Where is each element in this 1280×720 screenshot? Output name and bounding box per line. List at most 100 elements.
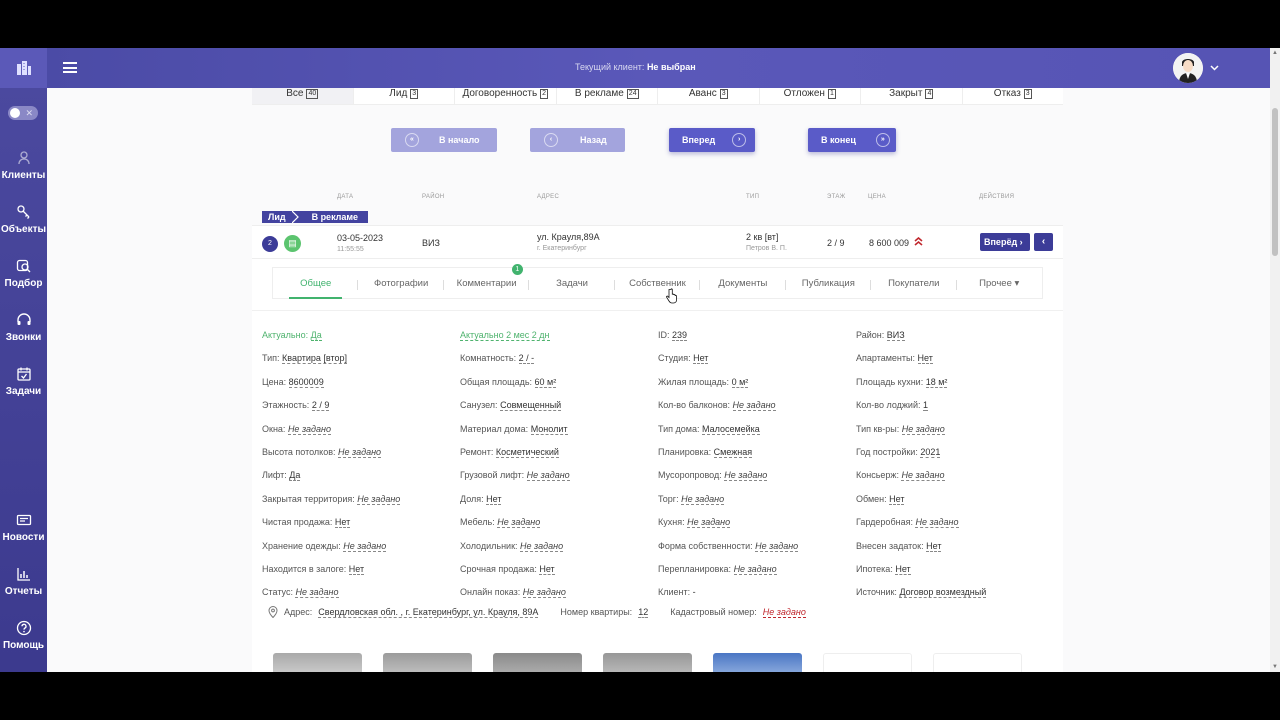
property-value[interactable]: Не задано — [732, 400, 776, 412]
property-value[interactable]: Нет — [889, 493, 905, 505]
property-value[interactable]: Малосемейка — [701, 423, 760, 435]
status-tab-lead[interactable]: Лид 3 — [354, 88, 455, 104]
tab-general[interactable]: Общее — [273, 278, 359, 299]
property-value[interactable]: Актуально 2 мес 2 дн — [460, 330, 550, 341]
property-value[interactable]: 239 — [672, 330, 688, 341]
property-value[interactable]: Не задано — [522, 587, 566, 599]
sidebar-item-objects[interactable]: Объекты — [0, 204, 47, 235]
tab-comments[interactable]: Комментарии 1 — [444, 263, 530, 290]
last-page-button[interactable]: В конец » — [808, 128, 896, 152]
property-value[interactable]: Не задано — [287, 423, 331, 435]
property-value[interactable]: Не задано — [901, 470, 945, 482]
prev-page-button[interactable]: ‹ Назад — [530, 128, 625, 152]
table-row[interactable]: 2 ▤ 03-05-2023 11:55:55 ВИЗ ул. Крауля,8… — [252, 225, 1063, 259]
apartment-number-value[interactable]: 12 — [638, 607, 649, 618]
tab-tasks[interactable]: Задачи — [529, 278, 616, 290]
property-value[interactable]: Не задано — [526, 470, 570, 482]
forward-button[interactable]: Вперёд › — [980, 233, 1030, 251]
property-value[interactable]: Не задано — [520, 540, 564, 552]
photo-thumbnail[interactable] — [273, 653, 362, 672]
property-value[interactable]: Косметический — [495, 446, 559, 458]
tab-other[interactable]: Прочее ▾ — [957, 278, 1042, 289]
property-value[interactable]: Нет — [334, 517, 351, 529]
property-value[interactable]: Нет — [895, 563, 911, 575]
status-tab-closed[interactable]: Закрыт 4 — [861, 88, 963, 104]
property-value[interactable]: 2 / - — [518, 353, 535, 365]
tab-owner[interactable]: Собственник — [615, 278, 701, 290]
scrollbar-thumb[interactable] — [1272, 108, 1278, 256]
status-tab-all[interactable]: Все 40 — [252, 88, 354, 104]
property-value[interactable]: Не задано — [724, 470, 768, 482]
property-value[interactable]: Не задано — [497, 517, 541, 529]
property-value[interactable]: 18 м² — [925, 376, 948, 388]
photo-thumbnail[interactable] — [493, 653, 582, 672]
scrollbar[interactable]: ▲ ▼ — [1270, 48, 1280, 672]
property-value[interactable]: Смежная — [713, 446, 753, 458]
next-page-button[interactable]: Вперед › — [669, 128, 755, 152]
sidebar-item-help[interactable]: Помощь — [0, 620, 47, 651]
property-value[interactable]: 2021 — [920, 446, 941, 458]
logo[interactable] — [0, 48, 47, 88]
property-value[interactable]: Не задано — [681, 493, 725, 505]
property-value[interactable]: Не задано — [755, 540, 799, 552]
property-value[interactable]: Нет — [917, 353, 933, 365]
sidebar-item-calls[interactable]: Звонки — [0, 312, 47, 343]
photo-thumbnail[interactable] — [823, 653, 912, 672]
photo-thumbnail[interactable] — [713, 653, 802, 672]
first-page-button[interactable]: « В начало — [391, 128, 497, 152]
property-value[interactable]: 60 м² — [534, 376, 557, 388]
property-value[interactable]: Не задано — [343, 540, 387, 552]
row-address[interactable]: ул. Крауля,89А — [537, 232, 600, 242]
property-value[interactable]: ВИЗ — [886, 330, 905, 341]
status-tab-advance[interactable]: Аванс 3 — [658, 88, 760, 104]
property-value[interactable]: 8600009 — [288, 376, 324, 388]
property-value[interactable]: Не задано — [357, 493, 401, 505]
sidebar-item-reports[interactable]: Отчеты — [0, 566, 47, 597]
property-value[interactable]: Не задано — [915, 517, 959, 529]
photo-thumbnail[interactable] — [603, 653, 692, 672]
property-value[interactable]: Нет — [693, 353, 709, 365]
property-value[interactable]: Квартира [втор] — [282, 353, 348, 365]
property-value[interactable]: 0 м² — [731, 376, 749, 388]
tab-buyers[interactable]: Покупатели — [871, 278, 957, 290]
status-tab-refused[interactable]: Отказ 3 — [963, 88, 1064, 104]
photo-thumbnail[interactable] — [933, 653, 1022, 672]
property-value[interactable]: Да — [310, 330, 322, 341]
property-value[interactable]: Нет — [486, 493, 502, 505]
property-value[interactable]: 1 — [923, 400, 929, 412]
sidebar-item-selection[interactable]: Подбор — [0, 258, 47, 289]
menu-icon[interactable] — [63, 62, 77, 73]
tab-documents[interactable]: Документы — [700, 278, 787, 290]
address-value[interactable]: Свердловская обл. , г. Екатеринбург, ул.… — [318, 607, 539, 618]
property-value[interactable]: 2 / 9 — [311, 400, 330, 412]
cadastral-number-value[interactable]: Не задано — [762, 607, 806, 618]
property-value[interactable]: Монолит — [530, 423, 568, 435]
property-value[interactable]: Договор возмездный — [899, 587, 987, 599]
document-icon[interactable]: ▤ — [284, 235, 301, 252]
tab-photos[interactable]: Фотографии — [358, 278, 445, 290]
status-tab-advertising[interactable]: В рекламе 24 — [557, 88, 658, 104]
mode-toggle[interactable]: ✕ — [8, 106, 38, 120]
avatar[interactable] — [1173, 53, 1203, 83]
property-value[interactable]: Нет — [539, 563, 555, 575]
property-value[interactable]: Совмещенный — [500, 400, 562, 412]
scroll-down-icon[interactable]: ▼ — [1272, 664, 1278, 670]
property-value[interactable]: Нет — [348, 563, 365, 575]
scroll-up-icon[interactable]: ▲ — [1272, 50, 1278, 56]
property-value[interactable]: Да — [289, 470, 301, 482]
back-button[interactable]: ‹ — [1034, 233, 1053, 251]
property-value[interactable]: Нет — [926, 540, 942, 552]
property-value[interactable]: Не задано — [733, 563, 777, 575]
sidebar-item-clients[interactable]: Клиенты — [0, 150, 47, 181]
chevron-down-icon[interactable] — [1210, 64, 1219, 72]
property-value[interactable]: Не задано — [901, 423, 945, 435]
tab-publication[interactable]: Публикация — [786, 278, 872, 290]
status-tab-agreement[interactable]: Договоренность 2 — [455, 88, 557, 104]
property-value[interactable]: Не задано — [295, 587, 339, 599]
property-value[interactable]: - — [693, 587, 696, 597]
property-value[interactable]: Не задано — [687, 517, 731, 529]
property-value[interactable]: Не задано — [338, 446, 382, 458]
status-tab-postponed[interactable]: Отложен 1 — [760, 88, 861, 104]
sidebar-item-tasks[interactable]: Задачи — [0, 366, 47, 397]
sidebar-item-news[interactable]: Новости — [0, 512, 47, 543]
